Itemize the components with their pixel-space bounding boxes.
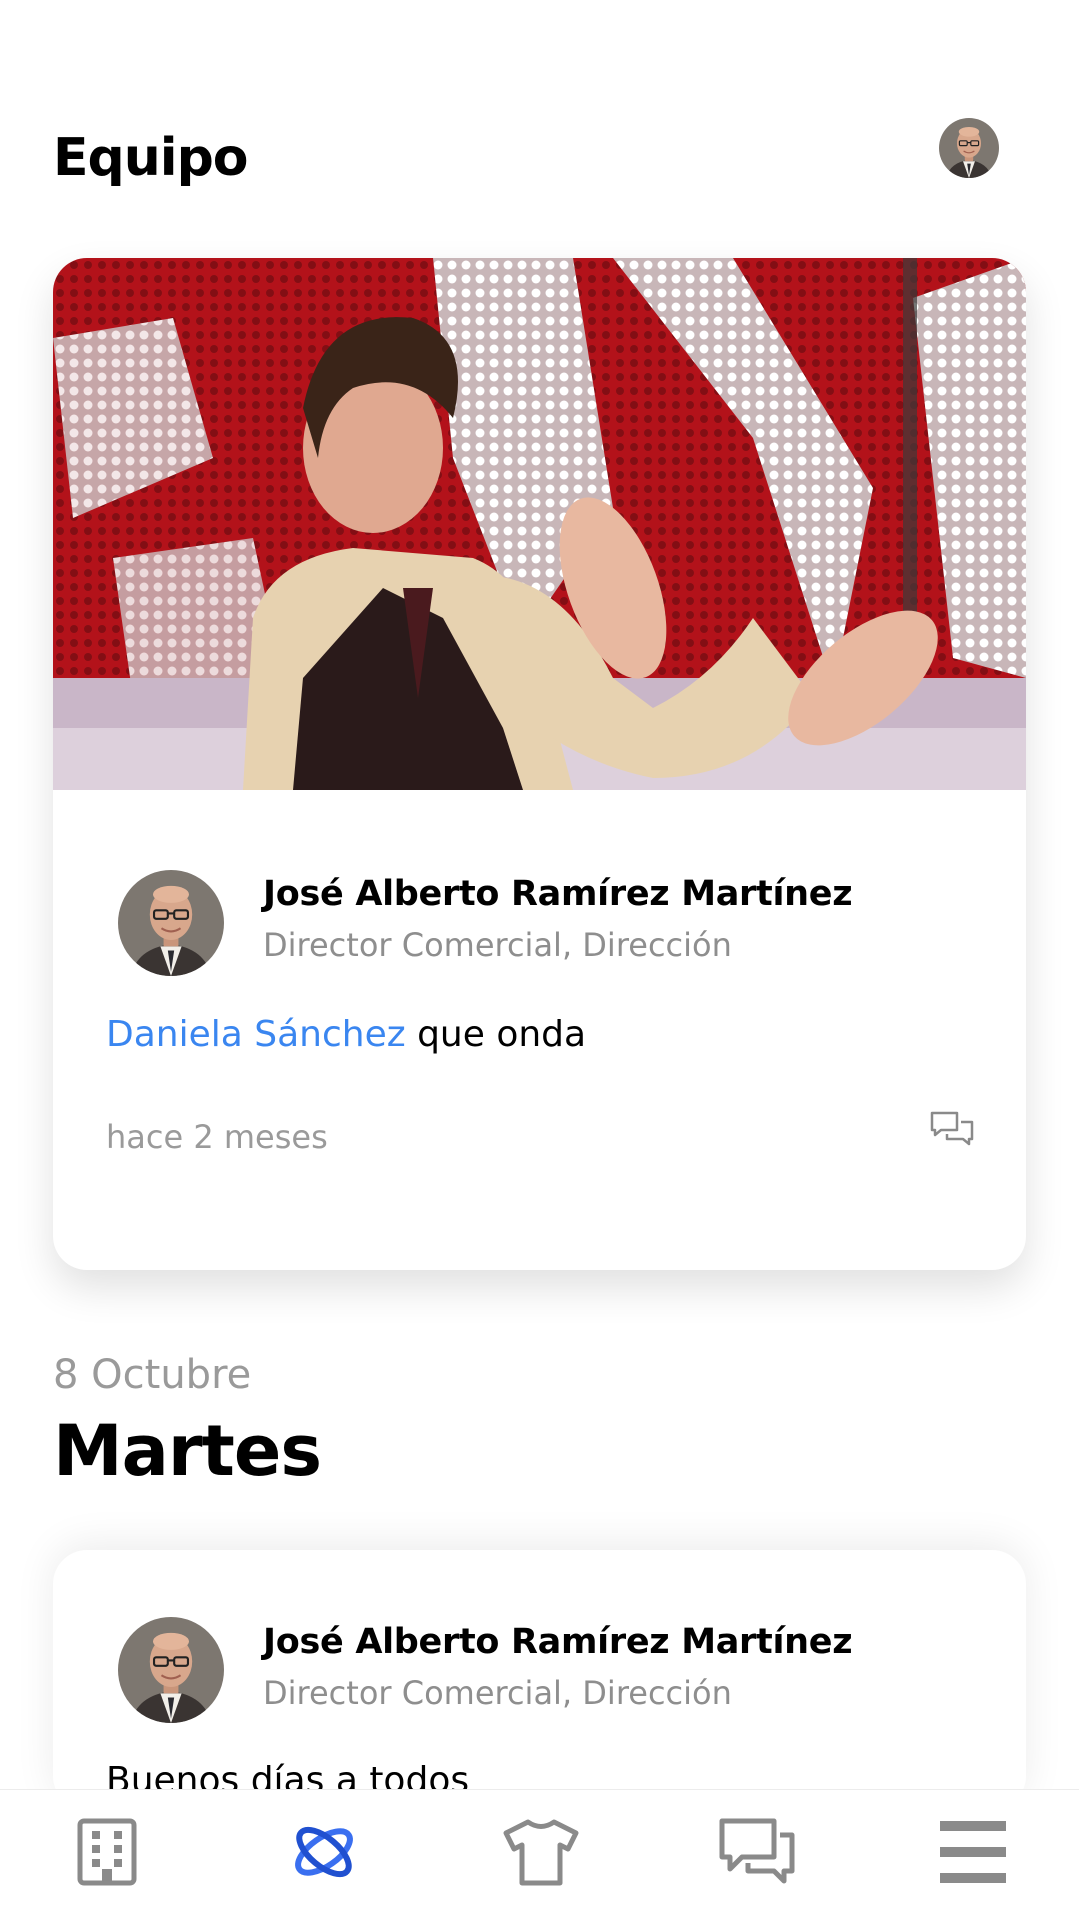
author-avatar[interactable] [118, 870, 224, 976]
author-avatar[interactable] [118, 1617, 224, 1723]
header: Equipo [0, 0, 1079, 230]
post-text: Daniela Sánchez que onda [106, 1014, 586, 1055]
author-role: Director Comercial, Dirección [263, 1674, 732, 1712]
section-day: Martes [53, 1410, 322, 1492]
author-name[interactable]: José Alberto Ramírez Martínez [263, 874, 853, 914]
tab-uniform[interactable] [496, 1812, 586, 1892]
tab-feed[interactable] [279, 1812, 369, 1892]
author-role: Director Comercial, Dirección [263, 926, 732, 964]
post-media-gif[interactable] [53, 258, 1026, 790]
post-card[interactable]: José Alberto Ramírez Martínez Director C… [53, 1550, 1026, 1810]
tab-company[interactable] [62, 1812, 152, 1892]
shirt-icon [503, 1819, 579, 1886]
building-icon [77, 1818, 137, 1886]
orbit-icon [295, 1826, 353, 1878]
chat-icon [719, 1818, 795, 1884]
section-date: 8 Octubre [53, 1352, 252, 1398]
post-body: que onda [405, 1014, 587, 1055]
menu-icon [940, 1821, 1006, 1883]
comment-button[interactable] [929, 1110, 975, 1150]
profile-avatar[interactable] [939, 118, 999, 178]
tab-messages[interactable] [712, 1812, 802, 1892]
mention-link[interactable]: Daniela Sánchez [106, 1014, 406, 1055]
tab-menu[interactable] [928, 1812, 1018, 1892]
post-timestamp: hace 2 meses [106, 1118, 328, 1156]
author-name[interactable]: José Alberto Ramírez Martínez [263, 1622, 853, 1662]
bottom-tab-bar [0, 1789, 1079, 1919]
comments-icon [930, 1111, 974, 1146]
page-title: Equipo [53, 128, 249, 188]
post-card[interactable]: José Alberto Ramírez Martínez Director C… [53, 258, 1026, 1270]
